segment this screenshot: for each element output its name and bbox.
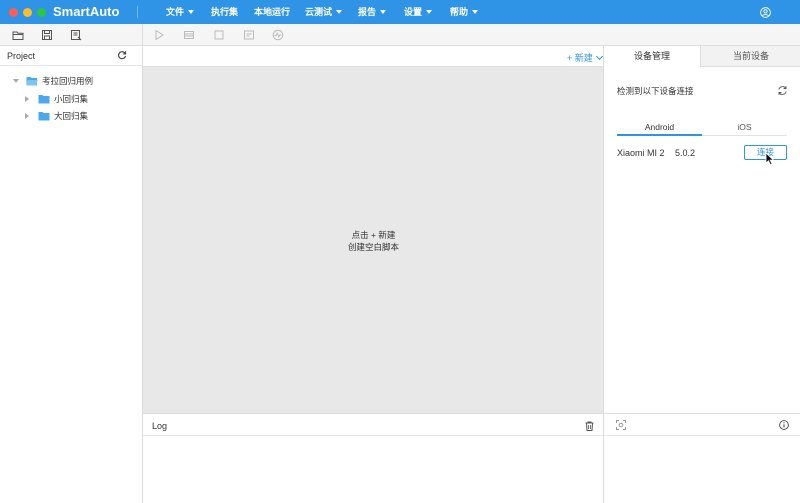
log-output[interactable]: [143, 436, 604, 503]
tab-android[interactable]: Android: [617, 118, 702, 136]
chevron-down-icon[interactable]: [13, 79, 19, 83]
title-bar: SmartAuto 文件 执行集 本地运行 云测试 报告 设置 帮助: [0, 0, 800, 24]
menu-local-run-label: 本地运行: [254, 7, 291, 17]
tab-ios[interactable]: iOS: [702, 118, 787, 136]
play-icon[interactable]: [153, 29, 165, 41]
menu-report-label: 报告: [358, 7, 377, 17]
menu-help-label: 帮助: [450, 7, 469, 17]
chevron-down-icon[interactable]: [595, 52, 603, 61]
refresh-icon[interactable]: [117, 50, 127, 60]
new-script-button[interactable]: + 新建: [567, 51, 603, 64]
step-icon[interactable]: [183, 29, 195, 41]
info-icon[interactable]: [779, 420, 789, 430]
caret-down-icon: [188, 10, 195, 14]
editor-header: + 新建: [143, 46, 604, 67]
chevron-right-icon[interactable]: [25, 96, 29, 102]
project-header: Project: [0, 46, 142, 66]
folder-icon: [38, 95, 50, 104]
tree-item-label: 大回归集: [54, 111, 89, 121]
close-window-button[interactable]: [9, 8, 18, 17]
menu-local-run[interactable]: 本地运行: [254, 0, 290, 24]
empty-hint-line1: 点击 + 新建: [351, 230, 396, 240]
user-icon[interactable]: [760, 7, 771, 18]
menu-execution-set-label: 执行集: [211, 7, 239, 17]
project-panel: Project 考拉回归用例 小回归集 大回归集: [0, 46, 143, 503]
tab-current-device[interactable]: 当前设备: [701, 46, 800, 67]
menu-report[interactable]: 报告: [358, 0, 387, 24]
log-header: Log: [143, 413, 604, 436]
save-icon[interactable]: [41, 29, 53, 41]
open-folder-icon[interactable]: [12, 29, 24, 41]
caret-down-icon: [380, 10, 387, 14]
detect-devices-text: 检测到以下设备连接: [617, 86, 694, 96]
screenshot-icon[interactable]: [616, 420, 626, 430]
menu-help[interactable]: 帮助: [450, 0, 479, 24]
device-version: 5.0.2: [675, 148, 696, 158]
project-title: Project: [7, 51, 36, 61]
device-panel-footer: [604, 413, 800, 436]
tab-device-management[interactable]: 设备管理: [604, 46, 701, 67]
toolbar-divider: [142, 24, 143, 46]
menu-file[interactable]: 文件: [166, 0, 195, 24]
device-name: Xiaomi MI 2: [617, 148, 665, 158]
caret-down-icon: [472, 10, 479, 14]
chevron-right-icon[interactable]: [25, 113, 29, 119]
log-title: Log: [152, 421, 168, 431]
title-divider: [137, 6, 138, 18]
save-as-icon[interactable]: [70, 29, 82, 41]
mouse-cursor-icon: [765, 152, 775, 166]
menu-settings[interactable]: 设置: [404, 0, 433, 24]
menu-cloud-test-label: 云测试: [305, 7, 333, 17]
tree-item-small-regression[interactable]: 小回归集: [24, 92, 139, 106]
tree-item-label: 小回归集: [54, 94, 89, 104]
menu-execution-set[interactable]: 执行集: [211, 0, 238, 24]
tree-item-label: 考拉回归用例: [42, 76, 94, 86]
stop-icon[interactable]: [213, 29, 225, 41]
device-panel: 设备管理 当前设备 检测到以下设备连接 Android iOS Xiaomi M…: [603, 46, 800, 503]
menu-cloud-test[interactable]: 云测试: [305, 0, 343, 24]
performance-icon[interactable]: [272, 29, 284, 41]
editor-panel: + 新建 点击 + 新建 创建空白脚本 Log: [143, 46, 604, 503]
new-script-label: + 新建: [567, 53, 593, 63]
empty-hint-line2: 创建空白脚本: [347, 242, 399, 252]
toolbar: [0, 24, 800, 46]
tree-item-large-regression[interactable]: 大回归集: [24, 109, 139, 123]
minimize-window-button[interactable]: [23, 8, 32, 17]
record-script-icon[interactable]: [243, 29, 255, 41]
caret-down-icon: [336, 10, 343, 14]
trash-icon[interactable]: [585, 421, 594, 431]
sync-icon[interactable]: [777, 85, 788, 96]
tree-item-koala-regression[interactable]: 考拉回归用例: [11, 74, 139, 88]
menu-settings-label: 设置: [404, 7, 423, 17]
caret-down-icon: [426, 10, 433, 14]
menu-file-label: 文件: [166, 7, 185, 17]
folder-open-icon: [26, 77, 38, 86]
folder-icon: [38, 112, 50, 121]
editor-empty-area[interactable]: 点击 + 新建 创建空白脚本: [143, 67, 604, 413]
app-title: SmartAuto: [53, 4, 120, 19]
zoom-window-button[interactable]: [37, 8, 46, 17]
